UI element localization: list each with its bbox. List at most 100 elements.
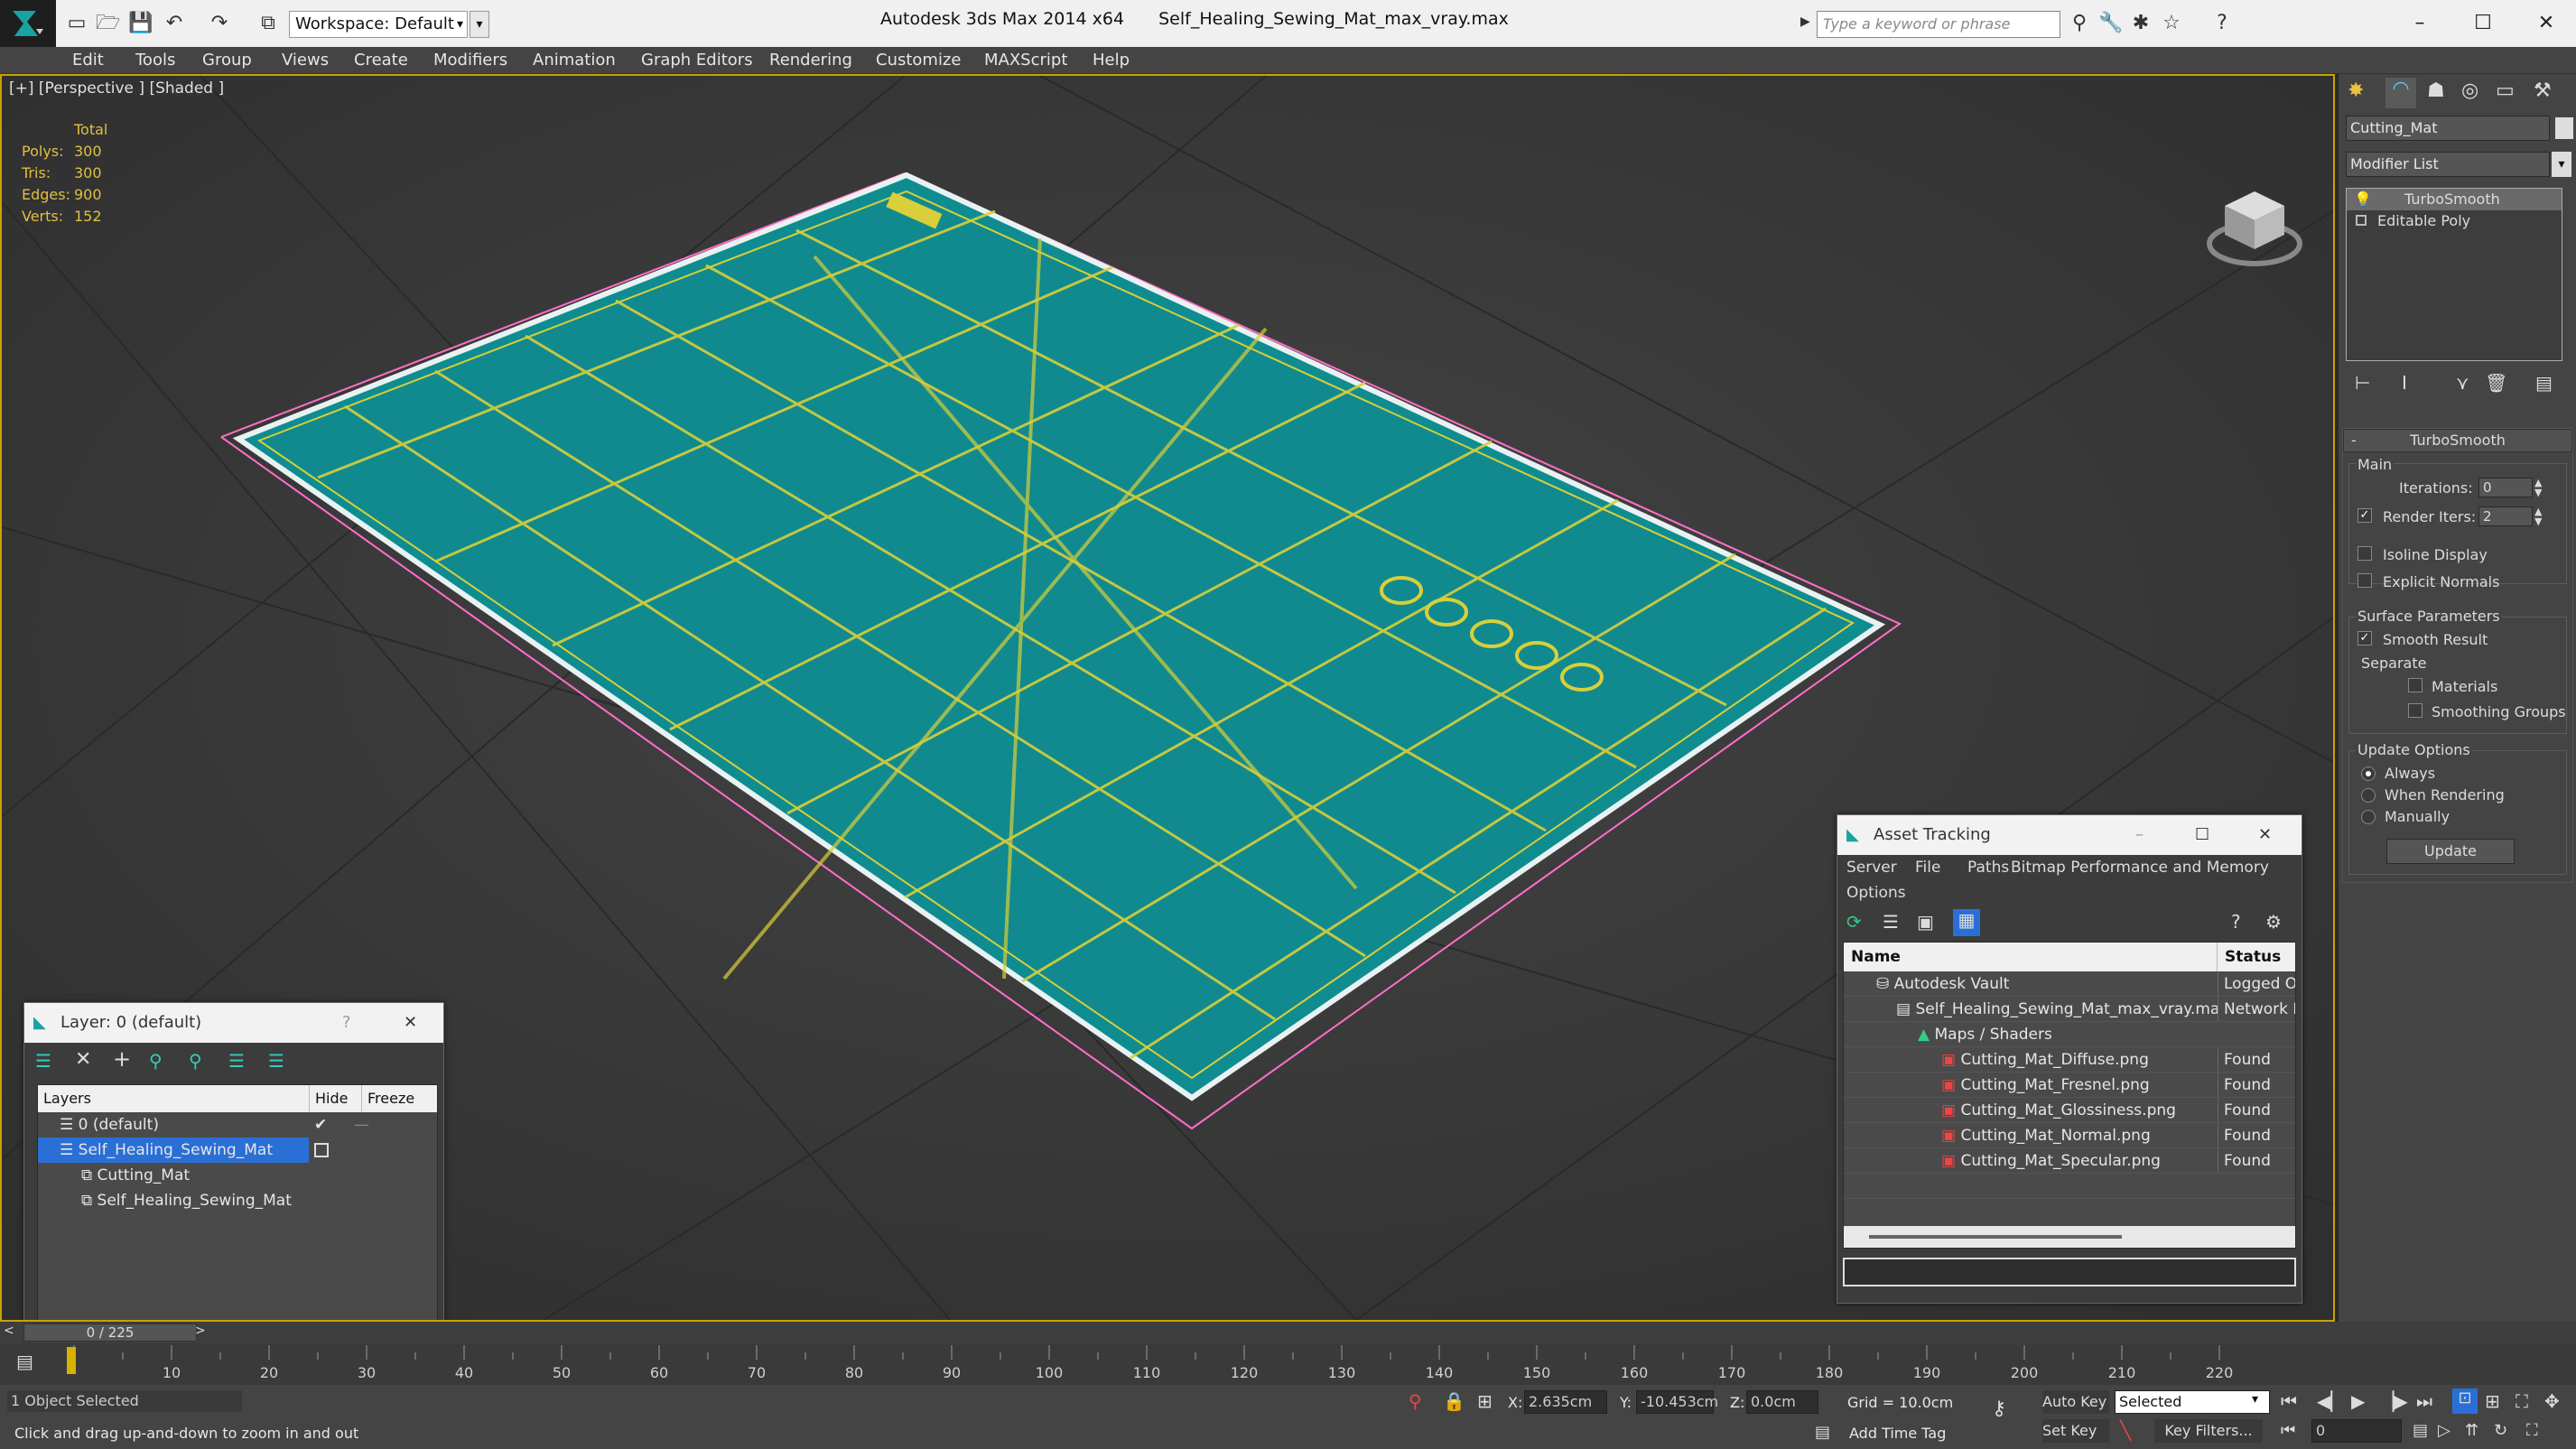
asset-row[interactable]: ▣ Cutting_Mat_Normal.png Found <box>1844 1123 2295 1148</box>
freeze-all-icon[interactable]: ☰ <box>268 1050 284 1072</box>
new-file-icon[interactable]: ▭ <box>65 12 88 35</box>
auto-key-button[interactable]: Auto Key <box>2042 1390 2109 1414</box>
favorites-star-icon[interactable]: ☆ <box>2160 12 2183 35</box>
search-expand-icon[interactable]: ▶ <box>1800 14 1810 29</box>
menu-server[interactable]: Server <box>1846 859 1897 877</box>
explicit-normals-checkbox[interactable] <box>2357 573 2372 588</box>
perspective-viewport[interactable]: [+] [Perspective ] [Shaded ] Total Polys… <box>0 74 2335 1322</box>
subscription-icon[interactable]: 🔧 <box>2098 12 2123 35</box>
freeze-toggle[interactable]: — <box>354 1112 369 1138</box>
current-frame-field[interactable]: 0 <box>2311 1419 2402 1443</box>
undo-icon[interactable]: ↶ <box>163 12 186 35</box>
when-rendering-radio[interactable] <box>2361 788 2376 803</box>
manually-radio[interactable] <box>2361 810 2376 824</box>
communication-icon[interactable]: ✱ <box>2129 12 2153 35</box>
maximize-viewport-icon[interactable]: ⛶ <box>2526 1421 2538 1440</box>
viewcube-icon[interactable] <box>2205 184 2304 278</box>
hierarchy-tab-icon[interactable]: ☗ <box>2427 79 2445 102</box>
redo-icon[interactable]: ↷ <box>208 12 231 35</box>
set-key-button[interactable]: Set Key <box>2042 1419 2109 1443</box>
isolate-selection-icon[interactable]: ⚲ <box>1409 1390 1422 1412</box>
col-name[interactable]: Name <box>1844 943 2218 971</box>
asset-row[interactable]: ▣ Cutting_Mat_Glossiness.png Found <box>1844 1098 2295 1123</box>
spinner-arrows-icon[interactable]: ▲ ▼ <box>2534 506 2542 526</box>
menu-group[interactable]: Group <box>202 47 252 74</box>
maximize-button[interactable]: ☐ <box>2465 5 2501 42</box>
quick-access-dropdown[interactable]: ▾ <box>470 11 489 38</box>
asset-row[interactable]: ▣ Cutting_Mat_Fresnel.png Found <box>1844 1073 2295 1098</box>
time-slider-thumb[interactable]: 0 / 225 <box>23 1324 197 1342</box>
previous-key-icon[interactable]: ◀▏ <box>2317 1390 2345 1412</box>
zoom-extents-icon[interactable]: ⊡ <box>2452 1389 2478 1414</box>
asset-path-field[interactable] <box>1843 1258 2296 1286</box>
asset-row[interactable]: ▣ Cutting_Mat_Specular.png Found <box>1844 1148 2295 1174</box>
go-to-start-icon[interactable]: ⏮ <box>2281 1390 2297 1412</box>
create-tab-icon[interactable]: ✸ <box>2348 79 2364 102</box>
time-configuration-icon[interactable]: ▤ <box>2413 1421 2428 1440</box>
binoculars-icon[interactable]: ⚲ <box>2068 12 2091 35</box>
table-view-icon[interactable]: ▦ <box>1953 909 1980 936</box>
minimize-button[interactable]: – <box>2402 5 2438 42</box>
key-mode-dropdown[interactable]: Selected <box>2115 1390 2270 1414</box>
add-time-tag[interactable]: Add Time Tag <box>1849 1425 1946 1442</box>
spinner-arrows-icon[interactable]: ▲ ▼ <box>2534 478 2542 497</box>
key-filters-button[interactable]: Key Filters... <box>2154 1419 2263 1443</box>
next-key-icon[interactable]: ▕▶ <box>2380 1390 2408 1412</box>
iterations-spinner[interactable]: 0 <box>2478 478 2533 497</box>
time-slider[interactable]: < 0 / 225 > <box>0 1322 2576 1343</box>
layer-object-row[interactable]: ⧉ Self_Healing_Sewing_Mat <box>38 1188 437 1213</box>
chevron-down-icon[interactable]: ▾ <box>2252 1392 2258 1407</box>
motion-tab-icon[interactable]: ◎ <box>2461 79 2478 102</box>
y-coordinate-field[interactable]: -10.453cm <box>1636 1390 1718 1414</box>
configure-sets-icon[interactable]: ▤ <box>2535 372 2553 394</box>
object-color-swatch[interactable] <box>2555 117 2573 139</box>
render-iters-checkbox[interactable]: ✓ <box>2357 508 2372 523</box>
menu-rendering[interactable]: Rendering <box>769 47 852 74</box>
render-iters-spinner[interactable]: 2 <box>2478 506 2533 526</box>
chevron-down-icon[interactable]: ▾ <box>2552 152 2571 177</box>
layer-object-row[interactable]: ⧉ Cutting_Mat <box>38 1163 437 1188</box>
make-unique-icon[interactable]: ⋎ <box>2456 372 2469 394</box>
key-filter-icon[interactable]: ╲ <box>2120 1419 2131 1441</box>
close-button[interactable]: ✕ <box>2528 5 2564 42</box>
help-button[interactable]: ? <box>342 1003 351 1043</box>
always-radio[interactable] <box>2361 766 2376 781</box>
asset-row[interactable]: ▣ Cutting_Mat_Diffuse.png Found <box>1844 1047 2295 1073</box>
lightbulb-icon[interactable]: 💡 <box>2354 189 2372 210</box>
time-tag-icon[interactable]: ▤ <box>1815 1423 1830 1442</box>
asset-dialog-titlebar[interactable]: ◣ Asset Tracking – ☐ ✕ <box>1837 815 2302 855</box>
help-icon[interactable]: ? <box>2210 12 2234 35</box>
list-view-icon[interactable]: ☰ <box>1883 911 1899 933</box>
asset-row[interactable]: ⛁ Autodesk Vault Logged O <box>1844 971 2295 997</box>
arc-rotate-icon[interactable]: ↻ <box>2494 1421 2507 1440</box>
menu-tools[interactable]: Tools <box>135 47 175 74</box>
project-folder-icon[interactable]: ⧉ <box>256 12 280 35</box>
rollout-header[interactable]: - TurboSmooth <box>2343 429 2572 452</box>
delete-layer-icon[interactable]: ✕ <box>75 1048 91 1071</box>
remove-modifier-icon[interactable]: 🗑 <box>2485 372 2507 394</box>
close-icon[interactable]: ✕ <box>2258 815 2272 855</box>
expand-box-icon[interactable] <box>2356 215 2367 226</box>
refresh-icon[interactable]: ⟳ <box>1846 911 1862 933</box>
pin-stack-icon[interactable]: ⊢ <box>2355 372 2370 394</box>
layer-row[interactable]: ☰ 0 (default) ✔ — <box>38 1112 437 1138</box>
create-layer-icon[interactable]: ☰ <box>35 1050 51 1072</box>
isoline-display-checkbox[interactable] <box>2357 546 2372 561</box>
save-icon[interactable]: 💾 <box>128 12 153 35</box>
thumbnail-view-icon[interactable]: ▣ <box>1917 911 1934 933</box>
layer-row-selected[interactable]: ☰ Self_Healing_Sewing_Mat <box>38 1138 329 1163</box>
menu-graph-editors[interactable]: Graph Editors <box>641 47 753 74</box>
hide-all-icon[interactable]: ☰ <box>228 1050 245 1072</box>
col-freeze[interactable]: Freeze <box>361 1085 414 1112</box>
menu-animation[interactable]: Animation <box>533 47 616 74</box>
modifier-list-dropdown[interactable]: Modifier List <box>2346 152 2550 177</box>
orbit-icon[interactable]: ▷ <box>2438 1421 2450 1440</box>
previous-frame-icon[interactable]: < <box>4 1324 14 1338</box>
add-to-layer-icon[interactable]: + <box>113 1046 131 1072</box>
menu-create[interactable]: Create <box>354 47 408 74</box>
menu-views[interactable]: Views <box>282 47 329 74</box>
minimize-button[interactable]: – <box>2135 815 2144 855</box>
current-layer-box-icon[interactable] <box>314 1143 329 1157</box>
modify-tab-icon[interactable]: ◠ <box>2385 78 2416 108</box>
menu-edit[interactable]: Edit <box>72 47 104 74</box>
